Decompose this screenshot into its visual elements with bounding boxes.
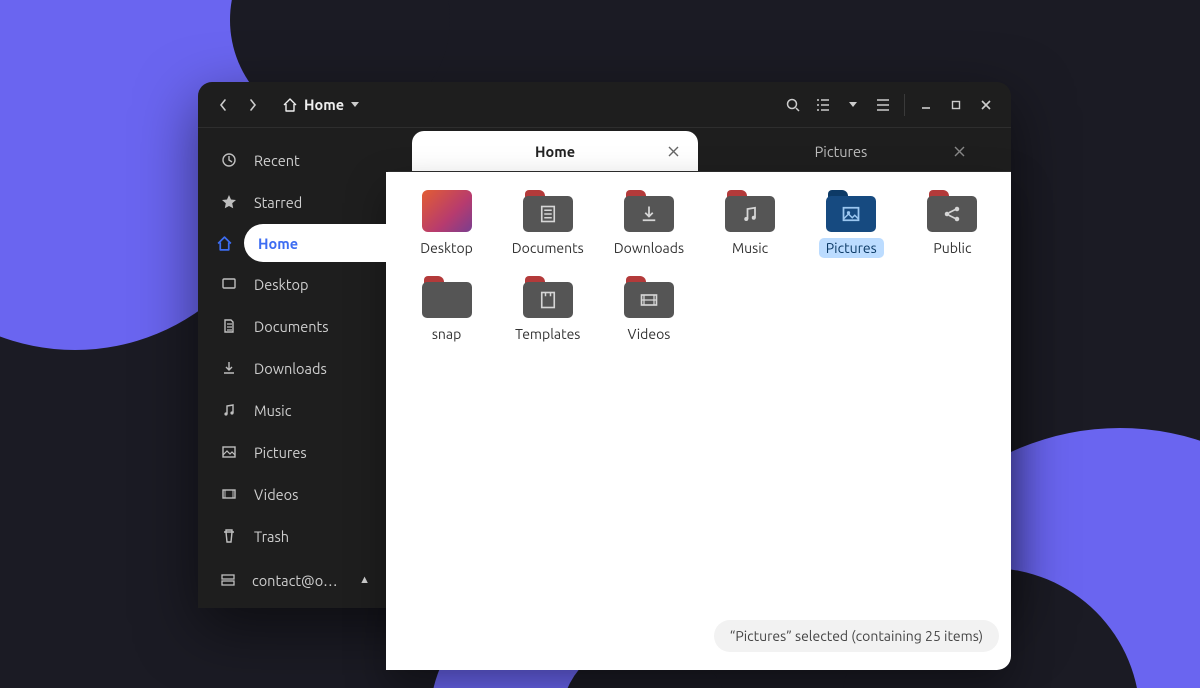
file-label: Documents bbox=[505, 238, 591, 258]
tab-bar: Home Pictures bbox=[388, 128, 1011, 172]
sidebar-item-label: Downloads bbox=[254, 360, 327, 377]
sidebar-item-pictures[interactable]: Pictures bbox=[198, 432, 388, 472]
sidebar-item-starred[interactable]: Starred bbox=[198, 182, 388, 222]
sidebar-mount[interactable]: contact@o… ▲ bbox=[198, 560, 388, 600]
folder-icon bbox=[523, 276, 573, 318]
folder-icon bbox=[725, 190, 775, 232]
file-label: Templates bbox=[508, 324, 587, 344]
tab-label: Home bbox=[442, 143, 668, 160]
video-icon bbox=[220, 486, 238, 502]
sidebar-item-label: Starred bbox=[254, 194, 302, 211]
file-item[interactable]: Music bbox=[699, 186, 800, 266]
eject-icon[interactable]: ▲ bbox=[359, 574, 370, 586]
file-label: Music bbox=[725, 238, 775, 258]
file-icon bbox=[220, 318, 238, 334]
desktop-icon bbox=[220, 276, 238, 292]
sidebar-item-label: Music bbox=[254, 402, 291, 419]
trash-icon bbox=[220, 528, 238, 544]
file-item[interactable]: Documents bbox=[497, 186, 598, 266]
tab-pictures[interactable]: Pictures bbox=[698, 131, 984, 171]
folder-icon bbox=[826, 190, 876, 232]
content-pane: Desktop Documents Downloads Music Pictur… bbox=[388, 172, 1011, 662]
search-button[interactable] bbox=[778, 90, 808, 120]
desktop-wallpaper-icon bbox=[422, 190, 472, 232]
star-icon bbox=[220, 194, 238, 210]
sidebar-item-downloads[interactable]: Downloads bbox=[198, 348, 388, 388]
file-item[interactable]: Templates bbox=[497, 272, 598, 352]
window-close-button[interactable] bbox=[971, 90, 1001, 120]
sidebar-item-label: Home bbox=[258, 235, 298, 252]
titlebar: Home bbox=[198, 82, 1011, 128]
sidebar-item-desktop[interactable]: Desktop bbox=[198, 264, 388, 304]
home-icon bbox=[282, 97, 298, 113]
file-item[interactable]: Downloads bbox=[598, 186, 699, 266]
file-label: Desktop bbox=[413, 238, 480, 258]
window-minimize-button[interactable] bbox=[911, 90, 941, 120]
clock-icon bbox=[220, 152, 238, 168]
file-item[interactable]: snap bbox=[396, 272, 497, 352]
chevron-down-icon bbox=[350, 101, 360, 109]
sidebar-item-trash[interactable]: Trash bbox=[198, 516, 388, 556]
download-icon bbox=[220, 360, 238, 376]
file-item[interactable]: Videos bbox=[598, 272, 699, 352]
file-manager-window: Home bbox=[198, 82, 1011, 608]
sidebar-item-documents[interactable]: Documents bbox=[198, 306, 388, 346]
file-grid[interactable]: Desktop Documents Downloads Music Pictur… bbox=[388, 172, 1011, 352]
file-label: snap bbox=[425, 324, 468, 344]
sidebar-item-label: Recent bbox=[254, 152, 300, 169]
file-label: Downloads bbox=[607, 238, 691, 258]
nav-back-button[interactable] bbox=[208, 90, 238, 120]
breadcrumb[interactable]: Home bbox=[274, 92, 368, 117]
server-icon bbox=[220, 572, 236, 588]
sidebar: Recent Starred Home Desktop Documents Do… bbox=[198, 128, 388, 608]
sidebar-item-label: Pictures bbox=[254, 444, 307, 461]
home-icon bbox=[216, 235, 233, 252]
folder-icon bbox=[624, 276, 674, 318]
sidebar-item-label: Documents bbox=[254, 318, 329, 335]
sidebar-item-videos[interactable]: Videos bbox=[198, 474, 388, 514]
status-text: “Pictures” selected (containing 25 items… bbox=[730, 628, 983, 644]
tab-close-button[interactable] bbox=[954, 146, 984, 157]
status-bar: “Pictures” selected (containing 25 items… bbox=[714, 620, 999, 652]
sidebar-item-recent[interactable]: Recent bbox=[198, 140, 388, 180]
breadcrumb-label: Home bbox=[304, 96, 344, 113]
music-icon bbox=[220, 402, 238, 418]
sidebar-mount-label: contact@o… bbox=[252, 572, 343, 589]
file-label: Videos bbox=[620, 324, 677, 344]
sidebar-item-label: Videos bbox=[254, 486, 298, 503]
sidebar-item-music[interactable]: Music bbox=[198, 390, 388, 430]
file-item[interactable]: Desktop bbox=[396, 186, 497, 266]
sidebar-item-home[interactable]: Home bbox=[244, 224, 388, 262]
file-label: Public bbox=[926, 238, 978, 258]
nav-forward-button[interactable] bbox=[238, 90, 268, 120]
view-list-button[interactable] bbox=[808, 90, 838, 120]
folder-icon bbox=[523, 190, 573, 232]
file-item[interactable]: Public bbox=[902, 186, 1003, 266]
window-maximize-button[interactable] bbox=[941, 90, 971, 120]
separator bbox=[904, 94, 905, 116]
tab-home[interactable]: Home bbox=[412, 131, 698, 171]
folder-icon bbox=[624, 190, 674, 232]
hamburger-menu-button[interactable] bbox=[868, 90, 898, 120]
tab-label: Pictures bbox=[728, 143, 954, 160]
folder-icon bbox=[927, 190, 977, 232]
sidebar-item-label: Desktop bbox=[254, 276, 308, 293]
tab-close-button[interactable] bbox=[668, 146, 698, 157]
image-icon bbox=[220, 444, 238, 460]
file-label: Pictures bbox=[819, 238, 884, 258]
view-options-chevron[interactable] bbox=[838, 90, 868, 120]
sidebar-item-label: Trash bbox=[254, 528, 289, 545]
folder-icon bbox=[422, 276, 472, 318]
file-item[interactable]: Pictures bbox=[801, 186, 902, 266]
